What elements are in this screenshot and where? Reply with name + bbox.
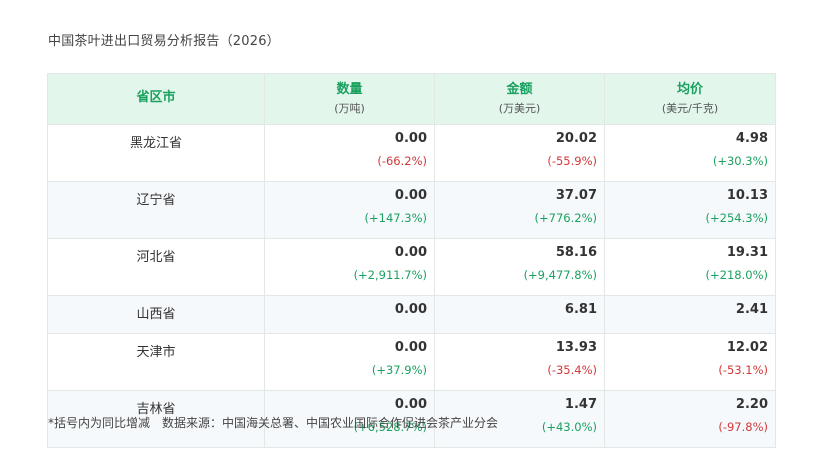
price-value: 12.02 <box>726 340 768 355</box>
province-cell: 辽宁省 <box>47 181 265 239</box>
amount-value: 13.93 <box>555 340 597 355</box>
price-value: 19.31 <box>726 245 768 260</box>
amount-cell: 6.81 <box>434 295 605 334</box>
header-label: 省区市 <box>136 90 176 105</box>
amount-change: (-55.9%) <box>547 154 597 168</box>
amount-cell: 37.07 (+776.2%) <box>434 181 605 239</box>
price-cell: 2.41 <box>604 295 776 334</box>
table-row: 河北省 0.00 (+2,911.7%) 58.16 (+9,477.8%) 1… <box>47 238 776 296</box>
quantity-value: 0.00 <box>394 245 427 260</box>
quantity-change: (-66.2%) <box>377 154 427 168</box>
header-quantity: 数量 (万吨) <box>264 73 435 125</box>
province-cell: 天津市 <box>47 333 265 391</box>
table-row: 山西省 0.00 6.81 2.41 <box>47 295 776 334</box>
amount-cell: 20.02 (-55.9%) <box>434 124 605 182</box>
price-cell: 2.20 (-97.8%) <box>604 390 776 448</box>
header-label: 数量 <box>336 82 363 97</box>
quantity-value: 0.00 <box>394 340 427 355</box>
trade-table: 省区市 数量 (万吨) 金额 (万美元) 均价 (美元/千克) 黑龙江省 0.0… <box>47 73 776 448</box>
report-title: 中国茶叶进出口贸易分析报告（2026） <box>48 34 280 49</box>
price-value: 4.98 <box>735 131 768 146</box>
quantity-cell: 0.00 (+147.3%) <box>264 181 435 239</box>
price-change: (+218.0%) <box>705 268 768 282</box>
amount-change: (+776.2%) <box>534 211 597 225</box>
amount-cell: 58.16 (+9,477.8%) <box>434 238 605 296</box>
quantity-value: 0.00 <box>394 302 427 317</box>
table-header-row: 省区市 数量 (万吨) 金额 (万美元) 均价 (美元/千克) <box>47 73 776 125</box>
price-change: (-97.8%) <box>718 420 768 434</box>
price-change: (+30.3%) <box>712 154 768 168</box>
header-unit: (万吨) <box>334 102 365 115</box>
header-price: 均价 (美元/千克) <box>604 73 776 125</box>
province-cell: 山西省 <box>47 295 265 334</box>
header-unit: (万美元) <box>498 102 541 115</box>
quantity-cell: 0.00 (+2,911.7%) <box>264 238 435 296</box>
header-amount: 金额 (万美元) <box>434 73 605 125</box>
province-cell: 黑龙江省 <box>47 124 265 182</box>
price-cell: 10.13 (+254.3%) <box>604 181 776 239</box>
price-cell: 19.31 (+218.0%) <box>604 238 776 296</box>
header-label: 均价 <box>676 82 703 97</box>
quantity-value: 0.00 <box>394 131 427 146</box>
amount-change: (-35.4%) <box>547 363 597 377</box>
price-cell: 4.98 (+30.3%) <box>604 124 776 182</box>
header-unit: (美元/千克) <box>661 102 719 115</box>
amount-value: 58.16 <box>555 245 597 260</box>
quantity-change: (+37.9%) <box>371 363 427 377</box>
table-row: 黑龙江省 0.00 (-66.2%) 20.02 (-55.9%) 4.98 (… <box>47 124 776 182</box>
quantity-change: (+2,911.7%) <box>353 268 427 282</box>
amount-value: 37.07 <box>555 188 597 203</box>
price-change: (+254.3%) <box>705 211 768 225</box>
table-row: 辽宁省 0.00 (+147.3%) 37.07 (+776.2%) 10.13… <box>47 181 776 239</box>
table-row: 天津市 0.00 (+37.9%) 13.93 (-35.4%) 12.02 (… <box>47 333 776 391</box>
price-value: 2.41 <box>735 302 768 317</box>
quantity-value: 0.00 <box>394 188 427 203</box>
price-change: (-53.1%) <box>718 363 768 377</box>
source-footnote: *括号内为同比增减 数据来源：中国海关总署、中国农业国际合作促进会茶产业分会 <box>48 416 499 430</box>
amount-value: 20.02 <box>555 131 597 146</box>
quantity-cell: 0.00 (+37.9%) <box>264 333 435 391</box>
amount-cell: 13.93 (-35.4%) <box>434 333 605 391</box>
amount-value: 1.47 <box>564 397 597 412</box>
price-value: 10.13 <box>726 188 768 203</box>
amount-value: 6.81 <box>564 302 597 317</box>
amount-change: (+9,477.8%) <box>523 268 597 282</box>
price-cell: 12.02 (-53.1%) <box>604 333 776 391</box>
quantity-change: (+147.3%) <box>364 211 427 225</box>
price-value: 2.20 <box>735 397 768 412</box>
province-cell: 河北省 <box>47 238 265 296</box>
quantity-cell: 0.00 <box>264 295 435 334</box>
header-label: 金额 <box>506 82 533 97</box>
quantity-cell: 0.00 (-66.2%) <box>264 124 435 182</box>
header-province: 省区市 <box>47 73 265 125</box>
quantity-value: 0.00 <box>394 397 427 412</box>
